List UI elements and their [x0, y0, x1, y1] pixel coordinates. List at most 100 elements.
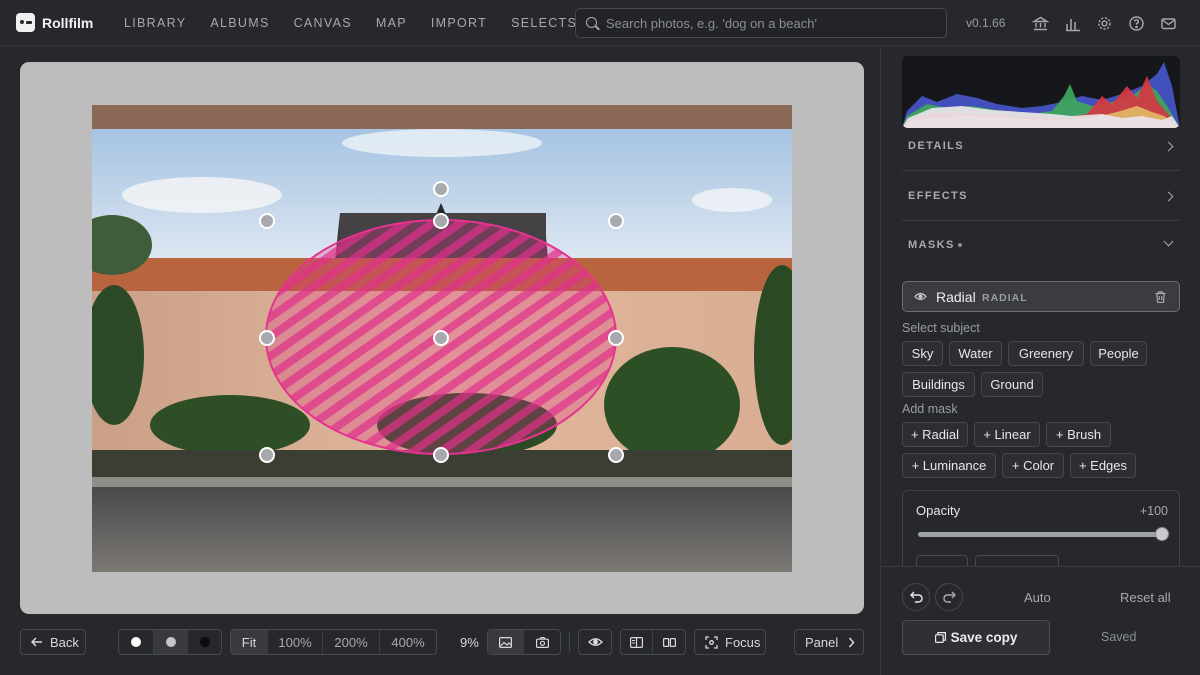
mask-handle[interactable] [608, 447, 624, 463]
focus-icon [705, 635, 718, 649]
undo-icon [909, 591, 923, 603]
side-by-side-icon [662, 637, 676, 647]
section-masks[interactable]: MASKS [902, 221, 1180, 270]
nav-canvas[interactable]: CANVAS [282, 0, 364, 46]
road [92, 487, 792, 572]
add-luminance-button[interactable]: + Luminance [902, 453, 996, 478]
mask-handle[interactable] [259, 330, 275, 346]
header-icons [1030, 13, 1178, 33]
section-details[interactable]: DETAILS [902, 122, 1180, 171]
panel-label: Panel [805, 634, 839, 650]
add-brush-button[interactable]: + Brush [1046, 422, 1111, 447]
nav-map[interactable]: MAP [364, 0, 419, 46]
undo-button[interactable] [902, 583, 930, 611]
add-linear-button[interactable]: + Linear [974, 422, 1040, 447]
mask-handle[interactable] [259, 213, 275, 229]
histogram [902, 56, 1180, 128]
save-copy-button[interactable]: Save copy [902, 620, 1050, 655]
opacity-card: Opacity +100 [902, 490, 1180, 568]
main-nav: LIBRARY ALBUMS CANVAS MAP IMPORT SELECTS [112, 0, 589, 46]
opacity-slider-track[interactable] [918, 532, 1165, 537]
mask-handle[interactable] [608, 213, 624, 229]
back-label: Back [50, 634, 79, 650]
image-icon [499, 636, 512, 648]
subject-buildings-button[interactable]: Buildings [902, 372, 975, 397]
zoom-level: 9% [460, 635, 479, 650]
add-radial-button[interactable]: + Radial [902, 422, 968, 447]
masks-title: MASKS [908, 239, 955, 251]
mask-center-handle[interactable] [433, 330, 449, 346]
save-copy-label: Save copy [950, 630, 1018, 645]
app-logo[interactable]: Rollfilm [16, 13, 93, 32]
eye-icon [587, 638, 603, 646]
zoom-200-button[interactable]: 200% [323, 630, 380, 654]
add-edges-button[interactable]: + Edges [1070, 453, 1136, 478]
focus-button[interactable]: Focus [694, 629, 766, 655]
focus-label: Focus [725, 634, 761, 650]
background-switcher [118, 629, 222, 655]
split-view-button[interactable] [621, 630, 653, 654]
gear-icon[interactable] [1094, 13, 1114, 33]
rotate-handle[interactable] [433, 181, 449, 197]
photo-canvas[interactable] [92, 105, 792, 572]
nav-albums[interactable]: ALBUMS [198, 0, 281, 46]
subject-ground-button[interactable]: Ground [981, 372, 1043, 397]
nav-import[interactable]: IMPORT [419, 0, 499, 46]
split-view-icon [630, 636, 643, 648]
mask-name: Radial [936, 289, 976, 305]
panel-footer: Auto Reset all Save copy Saved [881, 566, 1200, 675]
top-bar: Rollfilm LIBRARY ALBUMS CANVAS MAP IMPOR… [0, 0, 1200, 46]
app-name: Rollfilm [42, 14, 94, 31]
mask-item-radial[interactable]: Radial RADIAL [902, 281, 1180, 312]
white-dot-icon [131, 637, 141, 647]
chevron-down-icon [1163, 236, 1174, 247]
right-panel: DETAILS EFFECTS MASKS Radial RADIAL Sele… [880, 46, 1200, 675]
redo-button[interactable] [935, 583, 963, 611]
image-view-button[interactable] [488, 630, 524, 654]
side-by-side-button[interactable] [653, 630, 685, 654]
stats-icon[interactable] [1062, 13, 1082, 33]
camera-view-button[interactable] [524, 630, 560, 654]
preview-toggle-button[interactable] [578, 629, 612, 655]
mask-handle[interactable] [608, 330, 624, 346]
bank-icon[interactable] [1030, 13, 1050, 33]
opacity-slider-thumb[interactable] [1155, 527, 1169, 541]
zoom-100-button[interactable]: 100% [268, 630, 323, 654]
mask-handle[interactable] [433, 213, 449, 229]
mask-handle[interactable] [259, 447, 275, 463]
panel-button[interactable]: Panel [794, 629, 864, 655]
copy-icon [934, 632, 946, 643]
version-label: v0.1.66 [966, 16, 1006, 30]
overhang [92, 105, 792, 129]
select-subject-label: Select subject [902, 321, 980, 335]
section-effects[interactable]: EFFECTS [902, 172, 1180, 221]
subject-greenery-button[interactable]: Greenery [1008, 341, 1084, 366]
bg-black-button[interactable] [188, 630, 221, 654]
help-icon[interactable] [1126, 13, 1146, 33]
chevron-right-icon [849, 637, 855, 647]
eye-icon[interactable] [914, 292, 927, 301]
gray-dot-icon [165, 637, 176, 647]
search-input[interactable] [606, 9, 936, 37]
redo-icon [942, 591, 956, 603]
zoom-400-button[interactable]: 400% [380, 630, 436, 654]
mail-icon[interactable] [1158, 13, 1178, 33]
zoom-fit-button[interactable]: Fit [231, 630, 268, 654]
bg-white-button[interactable] [119, 630, 154, 654]
add-color-button[interactable]: + Color [1002, 453, 1064, 478]
trash-icon[interactable] [1155, 291, 1166, 303]
bg-gray-button[interactable] [154, 630, 188, 654]
black-dot-icon [199, 637, 210, 647]
arrow-left-icon [31, 637, 42, 647]
subject-water-button[interactable]: Water [949, 341, 1002, 366]
zoom-switcher: Fit 100% 200% 400% [230, 629, 437, 655]
nav-library[interactable]: LIBRARY [112, 0, 198, 46]
back-button[interactable]: Back [20, 629, 86, 655]
subject-people-button[interactable]: People [1090, 341, 1147, 366]
details-title: DETAILS [908, 140, 965, 152]
subject-sky-button[interactable]: Sky [902, 341, 943, 366]
add-mask-label: Add mask [902, 402, 958, 416]
mask-handle[interactable] [433, 447, 449, 463]
auto-button[interactable]: Auto [1024, 590, 1051, 605]
reset-all-button[interactable]: Reset all [1120, 590, 1171, 605]
